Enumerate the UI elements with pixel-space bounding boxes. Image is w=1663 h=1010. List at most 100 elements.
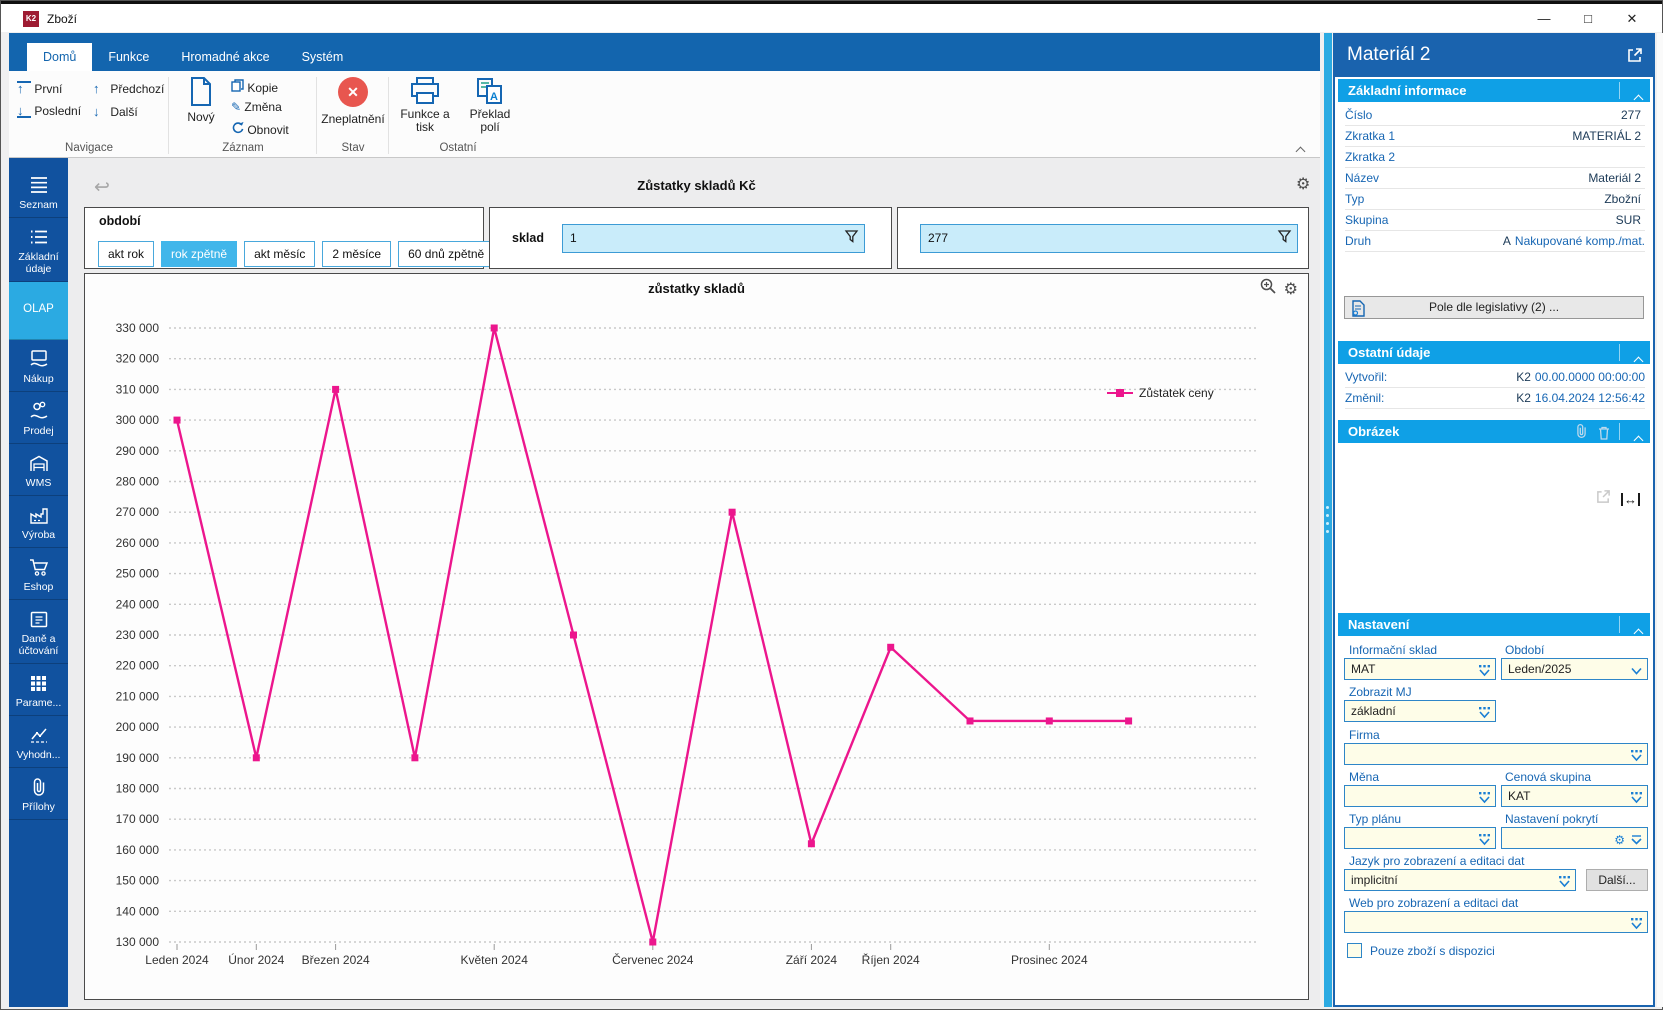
panel-splitter[interactable] (1324, 33, 1332, 1007)
image-fit-width-icon[interactable]: ↔ (1621, 492, 1640, 506)
dispozice-checkbox[interactable] (1347, 943, 1362, 958)
period-button-akt-mesic[interactable]: akt měsíc (244, 241, 316, 267)
period-button-60-dnu[interactable]: 60 dnů zpětně (398, 241, 495, 267)
new-button[interactable]: Nový (179, 77, 223, 124)
svg-text:Říjen 2024: Říjen 2024 (862, 952, 920, 967)
zobrazit-mj-dropdown[interactable]: základní (1344, 700, 1496, 722)
window-title: Zboží (47, 12, 78, 26)
first-button[interactable]: ↑ První (17, 81, 62, 96)
section-obrazek[interactable]: Obrázek (1338, 420, 1650, 446)
period-button-2-mesice[interactable]: 2 měsíce (322, 241, 392, 267)
svg-text:Prosinec 2024: Prosinec 2024 (1011, 953, 1088, 967)
printer-icon (411, 77, 439, 104)
invalidate-button[interactable]: ✕ Zneplatnění (317, 77, 389, 126)
list-icon (9, 174, 68, 196)
minimize-button[interactable]: — (1522, 6, 1566, 32)
pencil-icon: ✎ (231, 100, 242, 114)
warehouse-input[interactable]: 1 (561, 223, 865, 253)
edit-button[interactable]: ✎ Změna (231, 100, 282, 114)
legend-marker-icon (1107, 389, 1133, 396)
app-window: K2 Zboží — □ ✕ Domů Funkce Hromadné akce… (0, 0, 1663, 1010)
article-filter-box: 277 (897, 207, 1309, 269)
tab-domu[interactable]: Domů (27, 43, 93, 71)
cenova-skupina-dropdown[interactable]: KAT (1501, 785, 1648, 807)
sidebar-item-prilohy[interactable]: Přílohy (9, 768, 68, 820)
copy-button[interactable]: Kopie (231, 79, 278, 95)
svg-text:Květen 2024: Květen 2024 (461, 953, 529, 967)
sidebar-item-vyhodnoceni[interactable]: Vyhodn... (9, 716, 68, 768)
ribbon-group-zaznam: Nový Kopie ✎ Změna Obnovit Záznam (169, 71, 317, 158)
svg-text:Září 2024: Září 2024 (786, 953, 838, 967)
jazyk-label: Jazyk pro zobrazení a editaci dat (1349, 854, 1525, 868)
sidebar-item-olap[interactable]: OLAP (9, 282, 68, 340)
svg-text:Únor 2024: Únor 2024 (228, 952, 284, 967)
dalsi-button[interactable]: Další... (1586, 869, 1648, 891)
field-row-zkratka2: Zkratka 2 (1345, 147, 1645, 168)
sidebar-item-dane-a-uctovani[interactable]: Daně a účtování (9, 600, 68, 664)
refresh-button[interactable]: Obnovit (231, 121, 289, 137)
period-label: období (99, 214, 141, 228)
detail-list-icon (9, 226, 68, 248)
collapse-icon[interactable] (1633, 621, 1644, 644)
web-dropdown[interactable] (1344, 911, 1648, 933)
close-button[interactable]: ✕ (1610, 6, 1654, 32)
functions-print-button[interactable]: Funkce a tisk (395, 77, 455, 134)
sidebar-item-vyroba[interactable]: Výroba (9, 496, 68, 548)
previous-button[interactable]: ↑ Předchozí (93, 81, 164, 96)
dropdown-icon (1630, 916, 1643, 936)
dropdown-icon (1630, 790, 1643, 810)
field-translation-button[interactable]: A Překlad polí (459, 77, 521, 134)
open-external-icon[interactable] (1627, 47, 1643, 68)
period-button-rok-zpetne[interactable]: rok zpětně (161, 241, 238, 267)
ribbon-collapse-button[interactable] (1295, 142, 1306, 157)
sidebar-item-nakup[interactable]: Nákup (9, 340, 68, 392)
article-filter-input[interactable]: 277 (920, 223, 1298, 253)
svg-text:250 000: 250 000 (116, 567, 160, 581)
legend-label: Zůstatek ceny (1139, 386, 1214, 400)
tab-funkce[interactable]: Funkce (92, 43, 165, 71)
group-label-zaznam: Záznam (222, 142, 264, 154)
refresh-icon (232, 121, 244, 134)
nastaveni-pokryti-dropdown[interactable]: ⚙ (1501, 827, 1648, 849)
last-button[interactable]: ↓ Poslední (17, 104, 81, 118)
filter-icon[interactable] (1277, 229, 1292, 247)
mena-dropdown[interactable] (1344, 785, 1496, 807)
svg-text:180 000: 180 000 (116, 782, 160, 796)
firma-label: Firma (1349, 728, 1380, 742)
panel-scrollbar[interactable] (1657, 33, 1663, 1007)
detail-panel-header: Materiál 2 (1335, 35, 1653, 77)
tab-system[interactable]: Systém (286, 43, 360, 71)
svg-text:310 000: 310 000 (116, 382, 160, 396)
filter-icon[interactable] (844, 229, 859, 247)
section-nastaveni[interactable]: Nastavení (1338, 613, 1650, 639)
sidebar-item-eshop[interactable]: Eshop (9, 548, 68, 600)
sidebar-item-prodej[interactable]: Prodej (9, 392, 68, 444)
svg-text:Leden 2024: Leden 2024 (145, 953, 209, 967)
title-bar: K2 Zboží — □ ✕ (1, 1, 1662, 32)
tab-hromadne-akce[interactable]: Hromadné akce (165, 43, 285, 71)
dropdown-icon (1558, 874, 1571, 894)
ribbon-group-navigace: ↑ První ↓ Poslední ↑ Předchozí ↓ Další N… (9, 71, 169, 158)
informacni-sklad-dropdown[interactable]: MAT (1344, 658, 1496, 680)
section-zakladni-informace[interactable]: Základní informace (1338, 79, 1650, 105)
firma-dropdown[interactable] (1344, 743, 1648, 765)
group-label-ostatni: Ostatní (439, 142, 477, 154)
svg-text:150 000: 150 000 (116, 874, 160, 888)
sidebar-item-seznam[interactable]: Seznam (9, 166, 68, 218)
sidebar-item-zakladni-udaje[interactable]: Základní údaje (9, 218, 68, 282)
obdobi-label: Období (1505, 643, 1545, 657)
legislation-fields-button[interactable]: Pole dle legislativy (2) ... (1344, 296, 1644, 319)
typ-planu-dropdown[interactable] (1344, 827, 1496, 849)
maximize-button[interactable]: □ (1566, 6, 1610, 32)
svg-text:330 000: 330 000 (116, 321, 160, 335)
section-ostatni-udaje[interactable]: Ostatní údaje (1338, 341, 1650, 367)
sidebar-item-parametry[interactable]: Parame... (9, 664, 68, 716)
header-gear-icon[interactable]: ⚙ (1296, 174, 1310, 194)
period-button-akt-rok[interactable]: akt rok (98, 241, 155, 267)
sidebar-item-wms[interactable]: WMS (9, 444, 68, 496)
coverage-gear-icon[interactable]: ⚙ (1614, 830, 1625, 850)
obdobi-dropdown[interactable]: Leden/2025 (1501, 658, 1648, 680)
informacni-sklad-label: Informační sklad (1349, 643, 1438, 657)
jazyk-dropdown[interactable]: implicitní (1344, 869, 1576, 891)
next-button[interactable]: ↓ Další (93, 104, 138, 119)
